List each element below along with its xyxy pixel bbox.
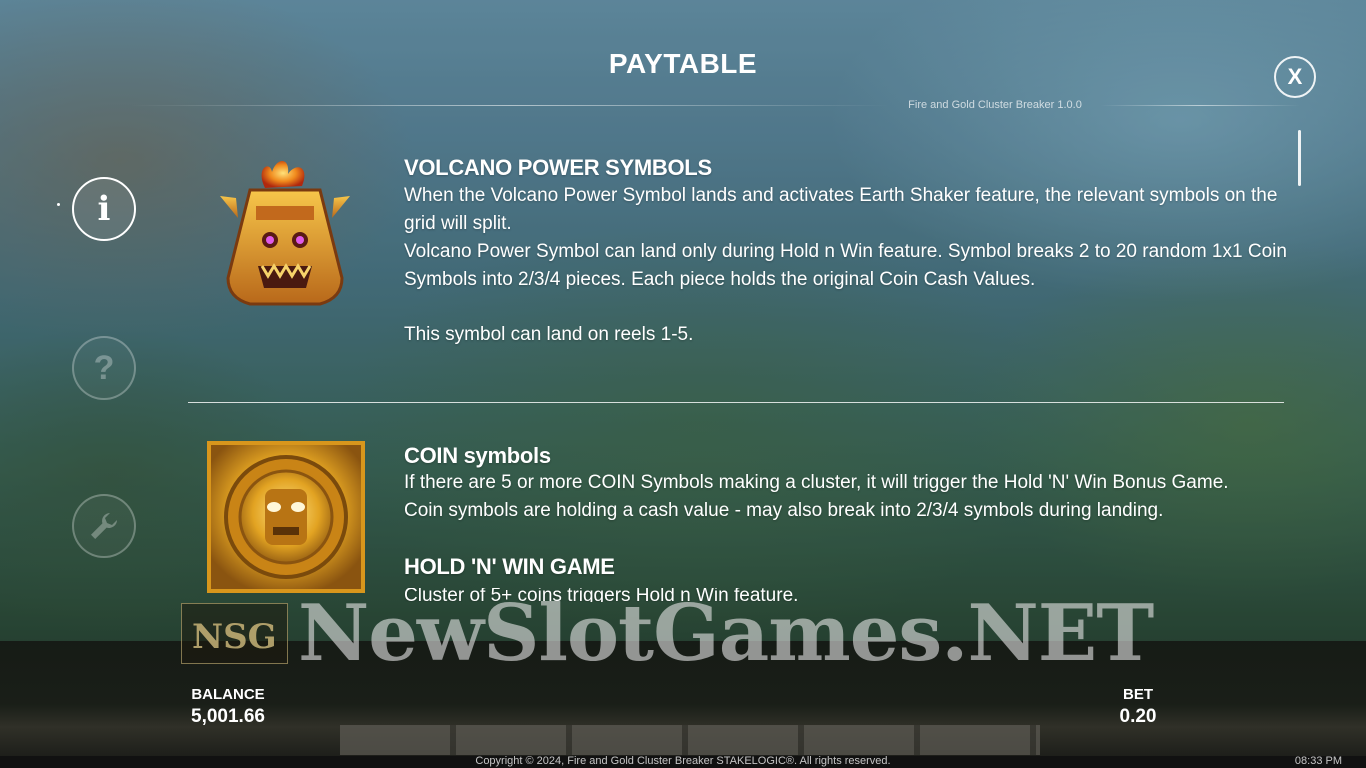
close-button[interactable]: X	[1274, 56, 1316, 98]
settings-tab-button[interactable]	[72, 494, 136, 558]
title-divider-right	[1100, 105, 1300, 106]
help-tab-button[interactable]: ?	[72, 336, 136, 400]
close-icon: X	[1287, 64, 1303, 89]
page-title: PAYTABLE	[608, 48, 758, 79]
volcano-description-2: Volcano Power Symbol can land only durin…	[404, 241, 1287, 290]
balance-label: BALANCE	[191, 686, 265, 703]
nsg-logo-letters: NSG	[192, 617, 277, 657]
scrollbar[interactable]	[1298, 130, 1301, 186]
watermark-logo: NSG	[181, 603, 288, 664]
volcano-description-3: This symbol can land on reels 1-5.	[404, 324, 694, 345]
hold-n-win-section-title: HOLD 'N' WIN GAME	[404, 554, 615, 579]
active-indicator	[57, 203, 60, 206]
copyright-text: Copyright © 2024, Fire and Gold Cluster …	[475, 755, 891, 767]
stone-wall-decoration	[340, 725, 1040, 755]
coin-section-title: COIN symbols	[404, 443, 551, 468]
clock: 08:33 PM	[1294, 755, 1342, 767]
watermark-text: NewSlotGames.NET	[298, 588, 1154, 679]
coin-symbol-image	[207, 441, 365, 593]
info-tab-button[interactable]: i	[72, 177, 136, 241]
coin-description-1: If there are 5 or more COIN Symbols maki…	[404, 472, 1229, 493]
title-divider-left	[130, 105, 890, 106]
balance-value: 5,001.66	[191, 706, 265, 727]
info-icon: i	[97, 189, 111, 229]
footer: Copyright © 2024, Fire and Gold Cluster …	[0, 755, 1366, 768]
game-version: Fire and Gold Cluster Breaker 1.0.0	[908, 99, 1082, 111]
volcano-description-1: When the Volcano Power Symbol lands and …	[404, 185, 1278, 234]
volcano-section-title: VOLCANO POWER SYMBOLS	[404, 155, 712, 180]
volcano-power-symbol-image	[220, 161, 350, 306]
section-divider	[188, 402, 1284, 403]
bet-value: 0.20	[1119, 706, 1157, 727]
wrench-icon	[91, 513, 117, 539]
help-icon: ?	[93, 348, 115, 387]
coin-description-2: Coin symbols are holding a cash value - …	[404, 500, 1164, 521]
bet-label: BET	[1123, 686, 1153, 703]
nsg-logo-icon: NSG	[192, 617, 277, 657]
